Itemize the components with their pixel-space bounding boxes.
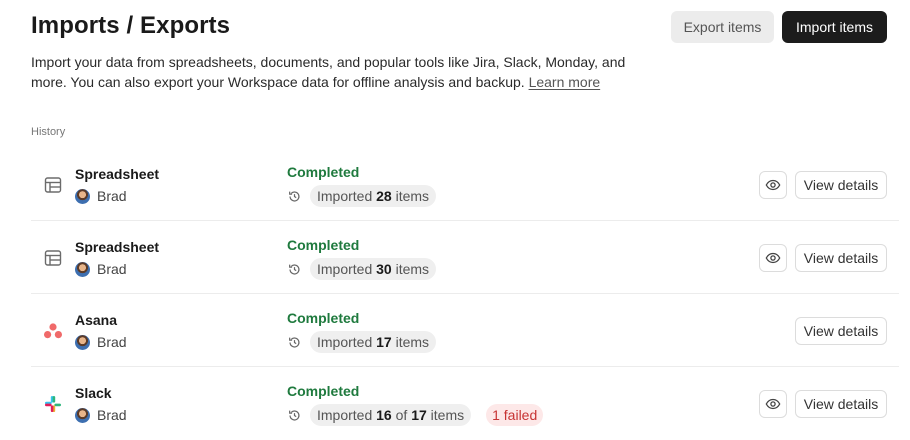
user-name: Brad — [97, 261, 127, 277]
preview-button[interactable] — [759, 171, 787, 199]
imported-count-pill: Imported 28 items — [310, 185, 437, 207]
history-row: Spreadsheet Brad Completed Imported 30 i… — [31, 221, 899, 294]
source-name: Slack — [75, 385, 112, 401]
user-name: Brad — [97, 188, 127, 204]
status-badge: Completed — [287, 237, 360, 253]
history-row: Slack Brad Completed Imported 16 of 17 i… — [31, 367, 899, 440]
imported-count-pill: Imported 16 of 17 items — [310, 404, 472, 426]
eye-icon — [765, 252, 781, 264]
view-details-button[interactable]: View details — [795, 171, 887, 199]
page-description: Import your data from spreadsheets, docu… — [31, 52, 641, 92]
export-items-button[interactable]: Export items — [671, 11, 774, 43]
asana-logo-icon — [43, 321, 63, 341]
source-name: Spreadsheet — [75, 166, 160, 182]
page-title: Imports / Exports — [31, 12, 231, 39]
history-list: Spreadsheet Brad Completed Imported 28 i… — [31, 148, 899, 440]
status-badge: Completed — [287, 310, 360, 326]
user-chip: Brad — [75, 334, 127, 350]
user-name: Brad — [97, 407, 127, 423]
user-name: Brad — [97, 334, 127, 350]
imported-count-pill: Imported 30 items — [310, 258, 437, 280]
table-icon — [43, 248, 63, 268]
user-chip: Brad — [75, 261, 127, 277]
history-clock-icon — [287, 189, 301, 203]
source-name: Spreadsheet — [75, 239, 160, 255]
status-badge: Completed — [287, 383, 360, 399]
view-details-button[interactable]: View details — [795, 244, 887, 272]
avatar — [75, 334, 90, 350]
source-name: Asana — [75, 312, 118, 328]
import-summary: Imported 17 items — [287, 331, 437, 353]
import-summary: Imported 16 of 17 items 1 failed — [287, 404, 544, 426]
import-summary: Imported 30 items — [287, 258, 437, 280]
avatar — [75, 188, 90, 204]
user-chip: Brad — [75, 188, 127, 204]
imported-count-pill: Imported 17 items — [310, 331, 437, 353]
view-details-button[interactable]: View details — [795, 317, 887, 345]
history-clock-icon — [287, 408, 301, 422]
history-clock-icon — [287, 335, 301, 349]
avatar — [75, 261, 90, 277]
eye-icon — [765, 398, 781, 410]
history-heading: History — [31, 126, 66, 138]
history-row: Spreadsheet Brad Completed Imported 28 i… — [31, 148, 899, 221]
learn-more-link[interactable]: Learn more — [529, 74, 601, 90]
history-clock-icon — [287, 262, 301, 276]
slack-logo-icon — [43, 394, 63, 414]
history-row: Asana Brad Completed Imported 17 items V… — [31, 294, 899, 367]
failed-count-badge: 1 failed — [486, 404, 544, 426]
table-icon — [43, 175, 63, 195]
view-details-button[interactable]: View details — [795, 390, 887, 418]
preview-button[interactable] — [759, 390, 787, 418]
preview-button[interactable] — [759, 244, 787, 272]
user-chip: Brad — [75, 407, 127, 423]
avatar — [75, 407, 90, 423]
status-badge: Completed — [287, 164, 360, 180]
eye-icon — [765, 179, 781, 191]
import-summary: Imported 28 items — [287, 185, 437, 207]
import-items-button[interactable]: Import items — [782, 11, 887, 43]
